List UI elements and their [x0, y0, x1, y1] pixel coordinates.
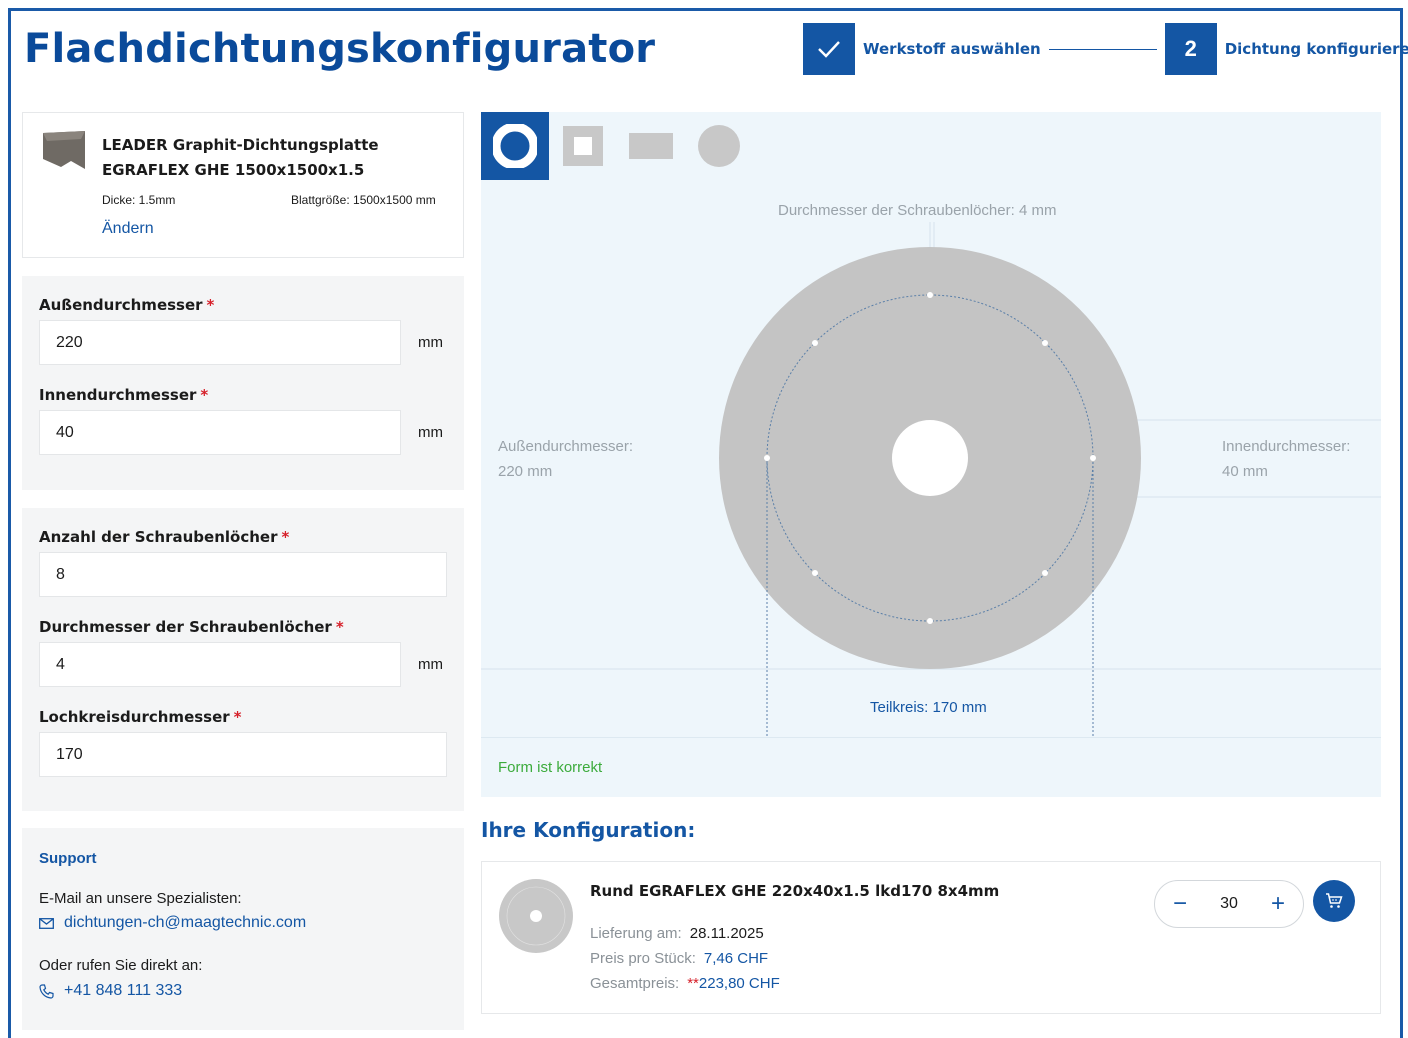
- inner-diameter-input[interactable]: 40: [39, 410, 401, 455]
- step-2-badge: 2: [1164, 23, 1217, 75]
- bolt-hole-count-label: Anzahl der Schraubenlöcher *: [39, 528, 290, 546]
- decrease-quantity-button[interactable]: −: [1173, 892, 1187, 916]
- validation-status: Form ist korrekt: [498, 759, 603, 776]
- quantity-stepper: − 30 +: [1154, 880, 1304, 928]
- configuration-thumbnail: [499, 879, 573, 953]
- support-card: Support E-Mail an unsere Spezialisten: d…: [22, 828, 464, 1030]
- inner-diameter-label: Innendurchmesser *: [39, 386, 209, 404]
- outer-diameter-label: Außendurchmesser *: [39, 296, 215, 314]
- bolt-holes-card: Anzahl der Schraubenlöcher * 8 Durchmesse…: [22, 508, 464, 811]
- support-title: Support: [39, 850, 97, 867]
- step-connector: [1048, 48, 1157, 50]
- support-email-link[interactable]: dichtungen-ch@maagtechnic.com: [39, 914, 306, 932]
- step-1-label[interactable]: Werkstoff auswählen: [863, 40, 1041, 58]
- pitch-circle-label: Teilkreis: 170 mm: [870, 699, 987, 716]
- bolt-circle-input[interactable]: 170: [39, 732, 447, 777]
- unit-price-row: Preis pro Stück: 7,46 CHF: [590, 950, 769, 967]
- inner-diameter-unit: mm: [418, 424, 443, 441]
- cart-icon: [1326, 893, 1343, 908]
- outer-dimension-label-2: 220 mm: [498, 463, 553, 480]
- progress-stepper: Werkstoff auswählen 2 Dichtung konfiguri…: [803, 23, 1408, 75]
- bolt-hole-diameter-label: Durchmesser der Schraubenlöcher *: [39, 618, 344, 636]
- configuration-title: Ihre Konfiguration:: [481, 818, 696, 842]
- inner-dimension-label-1: Innendurchmesser:: [1222, 438, 1351, 455]
- gasket-preview-panel: Durchmesser der Schraubenlöcher: 4 mm Au…: [481, 112, 1381, 797]
- step-1-check-icon[interactable]: [803, 23, 855, 75]
- total-price-row: Gesamtpreis: **223,80 CHF: [590, 975, 780, 992]
- configuration-item: Rund EGRAFLEX GHE 220x40x1.5 lkd170 8x4m…: [481, 861, 1381, 1014]
- material-sheet-size: Blattgröße: 1500x1500 mm: [291, 193, 436, 207]
- diameter-card: Außendurchmesser * 220 mm Innendurchmesse…: [22, 276, 464, 490]
- support-email-prompt: E-Mail an unsere Spezialisten:: [39, 890, 242, 907]
- outer-diameter-unit: mm: [418, 334, 443, 351]
- inner-dimension-label-2: 40 mm: [1222, 463, 1268, 480]
- mail-icon: [39, 917, 54, 929]
- outer-dimension-label-1: Außendurchmesser:: [498, 438, 634, 455]
- gasket-inner-hole: [892, 420, 968, 496]
- outer-diameter-input[interactable]: 220: [39, 320, 401, 365]
- add-to-cart-button[interactable]: [1313, 880, 1355, 922]
- material-thumbnail: [43, 131, 85, 169]
- support-phone-prompt: Oder rufen Sie direkt an:: [39, 957, 203, 974]
- preview-divider: [481, 737, 1381, 738]
- material-thickness: Dicke: 1.5mm: [102, 193, 176, 207]
- configuration-item-name: Rund EGRAFLEX GHE 220x40x1.5 lkd170 8x4m…: [590, 882, 1000, 900]
- quantity-value[interactable]: 30: [1220, 895, 1238, 913]
- material-name: LEADER Graphit-Dichtungsplatte EGRAFLEX …: [102, 136, 379, 179]
- selected-material-card: LEADER Graphit-Dichtungsplatte EGRAFLEX …: [22, 112, 464, 258]
- support-phone-link[interactable]: +41 848 111 333: [39, 982, 182, 1000]
- bolt-hole-dimension-label: Durchmesser der Schraubenlöcher: 4 mm: [778, 202, 1057, 219]
- increase-quantity-button[interactable]: +: [1271, 892, 1285, 916]
- bolt-hole-diameter-unit: mm: [418, 656, 443, 673]
- bolt-hole-diameter-input[interactable]: 4: [39, 642, 401, 687]
- bolt-circle-label: Lochkreisdurchmesser *: [39, 708, 242, 726]
- page-title: Flachdichtungskonfigurator: [24, 26, 656, 72]
- bolt-hole-count-input[interactable]: 8: [39, 552, 447, 597]
- step-2-label: Dichtung konfigurieren: [1224, 40, 1408, 58]
- change-material-link[interactable]: Ändern: [102, 220, 154, 238]
- phone-icon: [39, 983, 54, 999]
- delivery-date-row: Lieferung am: 28.11.2025: [590, 925, 764, 942]
